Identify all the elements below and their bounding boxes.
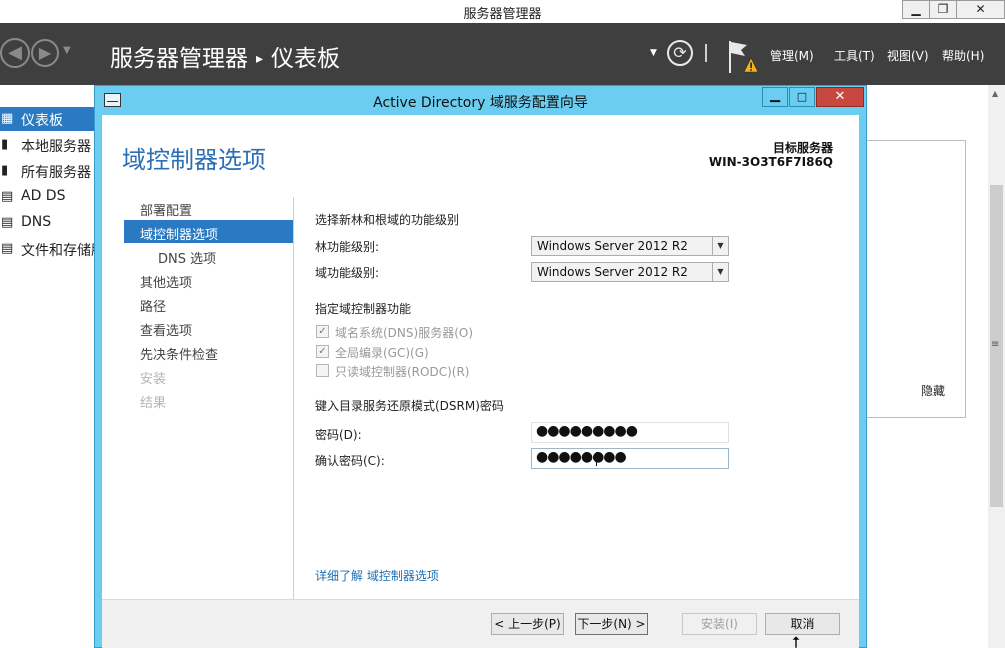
password-value: ●●●●●●●●● bbox=[536, 423, 638, 439]
servers-icon: ▮ bbox=[1, 163, 9, 178]
dialog-close-button[interactable]: ✕ bbox=[816, 87, 864, 107]
password-input[interactable]: ●●●●●●●●● bbox=[531, 422, 729, 443]
nav-item-dns[interactable]: ▤ DNS bbox=[0, 211, 96, 235]
nav-item-label: AD DS bbox=[21, 188, 66, 204]
learn-more-link[interactable]: 详细了解 域控制器选项 bbox=[315, 567, 439, 584]
storage-icon: ▤ bbox=[1, 241, 14, 256]
confirm-password-input[interactable]: ●●●●●●●● bbox=[531, 448, 729, 469]
dsrm-section: 键入目录服务还原模式(DSRM)密码 bbox=[315, 399, 504, 413]
nav-history-dropdown-icon[interactable]: ▼ bbox=[63, 45, 71, 56]
outer-window-title: 服务器管理器 bbox=[463, 7, 542, 22]
forward-arrow-icon[interactable]: ▶ bbox=[31, 39, 59, 67]
password-label: 密码(D): bbox=[315, 428, 362, 442]
breadcrumb-page: 仪表板 bbox=[271, 46, 341, 72]
screen: 服务器管理器 ▁ ❐ ✕ ◀ ▶ ▼ 服务器管理器 ▸ 仪表板 ▼ ⟳ 管理(M) … bbox=[0, 0, 1005, 648]
ad-ds-icon: ▤ bbox=[1, 189, 14, 204]
step-paths[interactable]: 路径 bbox=[140, 296, 166, 315]
previous-button[interactable]: < 上一步(P) bbox=[491, 613, 564, 635]
nav-item-local-server[interactable]: ▮ 本地服务器 bbox=[0, 133, 96, 157]
step-review-options[interactable]: 查看选项 bbox=[140, 320, 192, 339]
dashboard-tile bbox=[866, 140, 966, 418]
step-installation: 安装 bbox=[140, 372, 167, 387]
step-dc-options[interactable]: 域控制器选项 bbox=[140, 224, 218, 243]
header-dropdown-icon[interactable]: ▼ bbox=[650, 48, 657, 58]
checkbox-label: 全局编录(GC)(G) bbox=[335, 346, 429, 360]
outer-titlebar: 服务器管理器 ▁ ❐ ✕ bbox=[0, 0, 1005, 23]
dialog-footer: < 上一步(P) 下一步(N) > 安装(I) 取消 bbox=[102, 599, 859, 648]
domain-level-label: 域功能级别: bbox=[315, 266, 380, 280]
checkbox-unchecked bbox=[316, 364, 329, 377]
header-divider bbox=[705, 44, 707, 62]
forest-level-select[interactable]: Windows Server 2012 R2 ▼ bbox=[531, 236, 729, 256]
back-arrow-icon[interactable]: ◀ bbox=[0, 38, 30, 68]
nav-item-label: 所有服务器 bbox=[21, 165, 91, 181]
dialog-title: Active Directory 域服务配置向导 bbox=[373, 95, 588, 111]
server-manager-header: ◀ ▶ ▼ 服务器管理器 ▸ 仪表板 ▼ ⟳ 管理(M) 工具(T) 视图(V) 帮… bbox=[0, 23, 1005, 85]
nav-item-label: 仪表板 bbox=[21, 113, 63, 129]
ad-ds-config-wizard: Active Directory 域服务配置向导 ▁ □ ✕ 域控制器选项 目标… bbox=[94, 85, 867, 648]
hide-link[interactable]: 隐藏 bbox=[921, 382, 945, 399]
menu-help[interactable]: 帮助(H) bbox=[942, 47, 984, 64]
notifications-flag-icon[interactable] bbox=[727, 39, 757, 75]
dns-icon: ▤ bbox=[1, 215, 14, 230]
menu-view[interactable]: 视图(V) bbox=[887, 47, 929, 64]
outer-restore-button[interactable]: ❐ bbox=[929, 0, 957, 19]
scroll-up-icon[interactable]: ▲ bbox=[992, 89, 998, 98]
domain-level-select[interactable]: Windows Server 2012 R2 ▼ bbox=[531, 262, 729, 282]
functional-level-section: 选择新林和根域的功能级别 bbox=[315, 213, 460, 227]
nav-item-label: 文件和存储服务 bbox=[21, 243, 96, 259]
next-button[interactable]: 下一步(N) > bbox=[575, 613, 648, 635]
nav-item-file-storage[interactable]: ▤ 文件和存储服务 bbox=[0, 237, 96, 261]
outer-minimize-button[interactable]: ▁ bbox=[902, 0, 930, 19]
step-deployment-config[interactable]: 部署配置 bbox=[140, 200, 192, 219]
breadcrumb-app: 服务器管理器 bbox=[110, 46, 248, 72]
steps-divider bbox=[293, 197, 294, 599]
left-navigation: ▦ 仪表板 ▮ 本地服务器 ▮ 所有服务器 ▤ AD DS ▤ DNS ▤ 文件… bbox=[0, 85, 96, 648]
install-button: 安装(I) bbox=[682, 613, 757, 635]
step-results: 结果 bbox=[140, 396, 167, 411]
confirm-password-label: 确认密码(C): bbox=[315, 454, 385, 468]
dashboard-icon: ▦ bbox=[1, 111, 14, 126]
forest-level-label: 林功能级别: bbox=[315, 240, 380, 254]
text-caret bbox=[596, 452, 597, 466]
cancel-button[interactable]: 取消 bbox=[765, 613, 840, 635]
page-title: 域控制器选项 bbox=[122, 146, 266, 174]
nav-item-label: DNS bbox=[21, 214, 52, 230]
nav-item-label: 本地服务器 bbox=[21, 139, 91, 155]
target-server-label: 目标服务器 bbox=[772, 141, 833, 155]
menu-manage[interactable]: 管理(M) bbox=[770, 47, 814, 64]
server-icon: ▮ bbox=[1, 137, 9, 152]
checkbox-label: 只读域控制器(RODC)(R) bbox=[335, 365, 470, 379]
dc-capabilities-section: 指定域控制器功能 bbox=[315, 302, 412, 316]
dialog-minimize-button[interactable]: ▁ bbox=[762, 87, 788, 107]
checkbox-checked: ✓ bbox=[316, 345, 329, 358]
main-scrollbar[interactable]: ▲ ≡ bbox=[988, 85, 1005, 648]
chevron-down-icon[interactable]: ▼ bbox=[712, 263, 728, 281]
breadcrumb-separator-icon: ▸ bbox=[256, 51, 264, 67]
nav-item-dashboard[interactable]: ▦ 仪表板 bbox=[0, 107, 96, 131]
nav-item-all-servers[interactable]: ▮ 所有服务器 bbox=[0, 159, 96, 183]
confirm-password-value: ●●●●●●●● bbox=[536, 449, 627, 465]
checkbox-checked: ✓ bbox=[316, 325, 329, 338]
step-additional-options[interactable]: 其他选项 bbox=[140, 272, 192, 291]
forest-level-value: Windows Server 2012 R2 bbox=[537, 239, 688, 253]
dialog-titlebar[interactable]: Active Directory 域服务配置向导 ▁ □ ✕ bbox=[95, 86, 866, 114]
menu-tools[interactable]: 工具(T) bbox=[834, 47, 875, 64]
step-prerequisites-check[interactable]: 先决条件检查 bbox=[140, 344, 218, 363]
mouse-cursor-icon bbox=[792, 636, 801, 648]
nav-item-ad-ds[interactable]: ▤ AD DS bbox=[0, 185, 96, 209]
refresh-icon[interactable]: ⟳ bbox=[667, 40, 693, 66]
chevron-down-icon[interactable]: ▼ bbox=[712, 237, 728, 255]
breadcrumb: 服务器管理器 ▸ 仪表板 bbox=[110, 39, 340, 73]
domain-level-value: Windows Server 2012 R2 bbox=[537, 265, 688, 279]
scroll-grip-icon: ≡ bbox=[991, 339, 1000, 350]
dialog-maximize-button[interactable]: □ bbox=[789, 87, 815, 107]
target-server-value: WIN-3O3T6F7I86Q bbox=[708, 155, 833, 169]
step-dns-options[interactable]: DNS 选项 bbox=[158, 248, 216, 267]
dialog-body: 域控制器选项 目标服务器 WIN-3O3T6F7I86Q 部署配置 域控制器选项… bbox=[102, 115, 859, 599]
checkbox-label: 域名系统(DNS)服务器(O) bbox=[335, 326, 474, 340]
outer-close-button[interactable]: ✕ bbox=[956, 0, 1005, 19]
